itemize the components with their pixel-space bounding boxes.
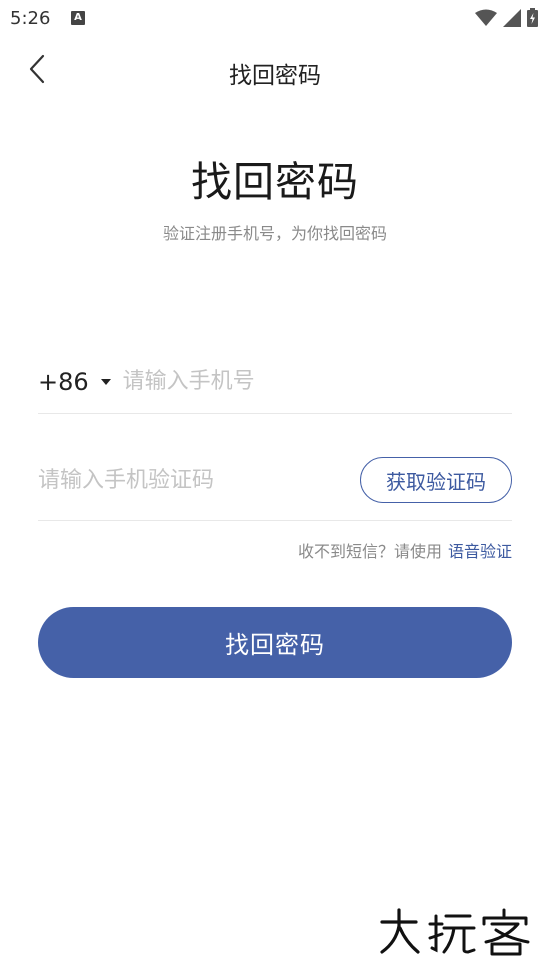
get-code-button[interactable]: 获取验证码 (360, 457, 512, 503)
sms-help: 收不到短信？请使用 语音验证 (298, 538, 512, 562)
page-title: 找回密码 (191, 158, 359, 206)
caret-down-icon[interactable] (100, 378, 111, 385)
battery-icon (527, 8, 538, 31)
status-time: 5:26 (10, 8, 51, 29)
phone-input[interactable] (122, 361, 483, 402)
sms-help-text: 收不到短信？请使用 (297, 542, 442, 561)
nav-bar: 找回密码 (0, 40, 550, 102)
verification-code-input[interactable] (38, 460, 338, 500)
submit-button[interactable]: 找回密码 (38, 607, 512, 678)
country-code-selector[interactable]: +86 (38, 368, 89, 396)
status-bar: 5:26 A (0, 0, 550, 38)
code-field-row: 获取验证码 (38, 440, 512, 521)
voice-verify-link[interactable]: 语音验证 (448, 542, 512, 561)
watermark-logo (378, 906, 540, 967)
nav-title: 找回密码 (229, 63, 321, 89)
signal-icon (503, 8, 521, 31)
phone-field-row: +86 (38, 350, 512, 414)
status-icons (475, 8, 538, 31)
page-subtitle: 验证注册手机号，为你找回密码 (162, 224, 387, 243)
notification-icon: A (71, 11, 85, 25)
wifi-icon (475, 9, 497, 31)
watermark-glyph (380, 908, 530, 956)
